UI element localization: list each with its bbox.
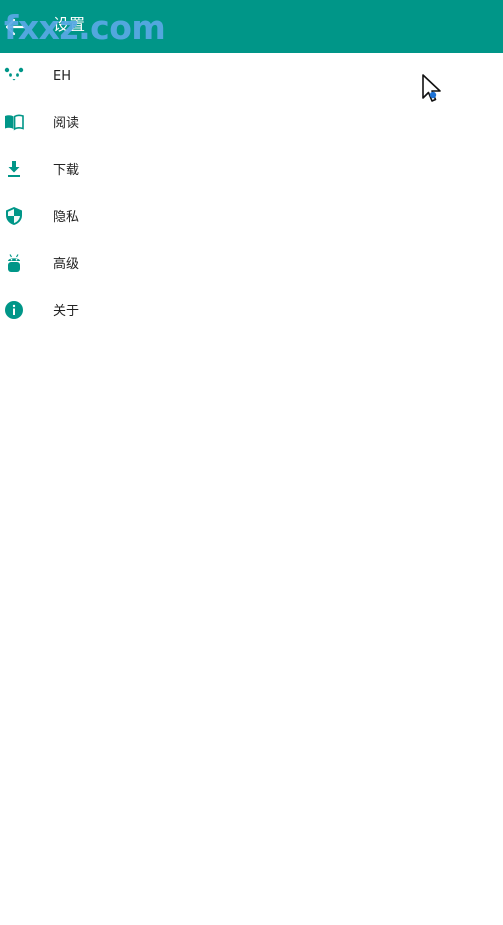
- back-button[interactable]: [0, 12, 30, 42]
- settings-item-download[interactable]: 下载: [0, 147, 503, 194]
- settings-item-label: 高级: [53, 257, 80, 272]
- settings-item-about[interactable]: 关于: [0, 288, 503, 335]
- settings-screen: 设置 fxxz.com EH 阅读 下载 隐私 高级 关于: [0, 0, 503, 925]
- arrow-back-icon: [5, 18, 26, 36]
- settings-item-label: EH: [53, 69, 71, 84]
- shield-icon: [6, 207, 22, 225]
- book-icon: [5, 114, 24, 131]
- settings-item-label: 关于: [53, 304, 80, 319]
- settings-item-label: 隐私: [53, 210, 80, 225]
- settings-item-advanced[interactable]: 高级: [0, 241, 503, 288]
- panda-icon: [4, 67, 24, 81]
- download-icon: [8, 161, 20, 177]
- settings-item-label: 下载: [53, 163, 80, 178]
- mouse-pointer-icon: [422, 74, 441, 102]
- settings-item-label: 阅读: [53, 116, 80, 131]
- settings-item-read[interactable]: 阅读: [0, 100, 503, 147]
- info-icon: [5, 301, 23, 319]
- android-icon: [8, 254, 20, 272]
- app-bar: 设置 fxxz.com: [0, 0, 503, 53]
- page-title: 设置: [53, 15, 86, 34]
- settings-item-privacy[interactable]: 隐私: [0, 194, 503, 241]
